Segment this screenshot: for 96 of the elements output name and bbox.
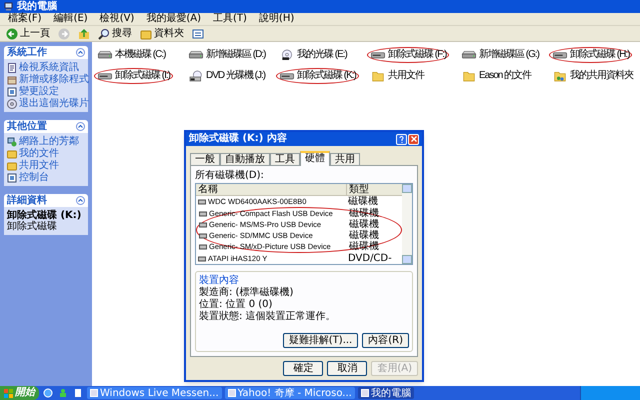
menu-item[interactable]: 我的最愛(A) [146, 13, 201, 25]
group-title: 裝置內容 [199, 275, 240, 286]
disc-icon [7, 98, 17, 108]
device-type: 磁碟機 [348, 230, 380, 240]
drive-name: 卸除式磁碟 (K:) [7, 210, 82, 221]
panel-icon [7, 86, 17, 96]
question-mark-icon [399, 136, 404, 142]
taskbar-button[interactable]: Windows Live Messen... [87, 387, 222, 399]
window-icon [360, 389, 369, 397]
task-link[interactable]: 網路上的芳鄰 [19, 136, 79, 147]
task-link[interactable]: 退出這個光碟片 [19, 98, 89, 109]
task-link[interactable]: 共用文件 [19, 160, 59, 171]
box-icon [7, 74, 17, 84]
help-button[interactable] [396, 134, 407, 144]
drive-item[interactable]: 本機磁碟 (C:) [94, 47, 168, 63]
start-button[interactable]: 開始 [0, 386, 39, 400]
windows-flag-icon [4, 388, 13, 398]
drive-item[interactable]: 我的光碟 (E:) [276, 47, 350, 63]
back-arrow-icon [6, 28, 18, 40]
device-type: DVD/CD- [347, 254, 393, 264]
views-button[interactable] [190, 26, 206, 40]
network-icon [7, 136, 17, 146]
drive-type: 卸除式磁碟 [7, 221, 58, 232]
dvd-drive-icon [188, 70, 204, 82]
hard-drive-icon [97, 49, 113, 61]
window-icon [228, 389, 236, 397]
folders-button[interactable]: 資料夾 [138, 26, 186, 40]
drive-item-circled[interactable]: 卸除式磁碟 (I:) [94, 68, 173, 84]
dialog-button[interactable]: 疑難排解(T)... [282, 333, 358, 348]
menu-item[interactable]: 說明(H) [258, 13, 294, 25]
back-button[interactable]: 上一頁 [4, 26, 52, 40]
close-icon [410, 136, 416, 142]
quick-launch-button[interactable] [42, 387, 54, 399]
task-link[interactable]: 變更設定 [19, 86, 59, 97]
folder-icon [461, 70, 477, 82]
drive-item[interactable]: DVD 光碟機 (J:) [185, 68, 268, 84]
hard-drive-icon [188, 49, 204, 61]
property-text: 裝置狀態: 這個裝置正常運作。 [199, 311, 337, 322]
tab[interactable]: 自動播放 [220, 153, 270, 165]
dialog-button[interactable]: 取消 [327, 361, 368, 376]
drive-item[interactable]: 新增磁碟區 (D:) [185, 47, 268, 63]
drive-item[interactable]: 新增磁碟區 (G:) [458, 47, 542, 63]
close-button[interactable] [408, 134, 419, 144]
drive-item[interactable]: 我的共用資料夾 [549, 68, 636, 84]
document-icon [7, 62, 17, 72]
drive-item-circled[interactable]: 卸除式磁碟 (F:) [367, 47, 450, 63]
dialog-title: 卸除式磁碟 (K:) 內容 [189, 133, 287, 145]
folder-icon [370, 70, 386, 82]
panel-icon [7, 172, 17, 182]
panel-title: 詳細資料 [7, 194, 47, 206]
view-grid-icon [192, 28, 204, 40]
shared-folder-icon [552, 70, 568, 82]
dialog-button[interactable]: 確定 [283, 361, 324, 376]
device-type: 磁碟機 [347, 196, 379, 206]
up-button[interactable] [76, 26, 92, 40]
computer-icon [4, 2, 13, 11]
menu-item[interactable]: 檢視(V) [100, 13, 134, 25]
taskbar-button[interactable]: 我的電腦 [358, 387, 414, 399]
tab[interactable]: 工具 [270, 153, 300, 165]
document-icon [73, 388, 83, 398]
task-link[interactable]: 新增或移除程式 [19, 74, 89, 85]
tab[interactable]: 一般 [190, 153, 220, 165]
system-tray [580, 386, 640, 400]
window-title: 我的電腦 [17, 0, 57, 12]
panel-title: 系統工作 [7, 46, 47, 58]
device-type: 磁碟機 [348, 220, 380, 230]
menu-item[interactable]: 工具(T) [213, 13, 247, 25]
drive-item-circled[interactable]: 卸除式磁碟 (K:) [276, 68, 359, 84]
property-text: 製造商: (標準磁碟機) [199, 287, 294, 298]
task-link[interactable]: 檢視系統資訊 [19, 62, 79, 73]
folder-icon [140, 28, 152, 40]
tab[interactable]: 共用 [330, 153, 360, 165]
quick-launch-button[interactable] [72, 387, 84, 399]
drive-item[interactable]: Eason 的文件 [458, 68, 534, 84]
menu-item[interactable]: 檔案(F) [8, 13, 42, 25]
search-button[interactable]: 搜尋 [96, 26, 134, 40]
drive-item[interactable]: 共用文件 [367, 68, 427, 84]
people-icon [58, 388, 68, 398]
menu-item[interactable]: 編輯(E) [54, 13, 88, 25]
hard-drive-icon [461, 49, 477, 61]
tab[interactable]: 硬體 [300, 151, 330, 166]
window-icon [90, 389, 98, 397]
task-link[interactable]: 控制台 [19, 172, 49, 183]
list-label: 所有磁碟機(D): [195, 170, 265, 181]
browser-icon [43, 388, 53, 398]
dialog-button[interactable]: 內容(R) [362, 333, 409, 348]
folder-up-icon [78, 28, 90, 40]
property-text: 位置: 位置 0 (0) [199, 299, 274, 310]
disc-icon [279, 49, 295, 61]
drive-item-circled[interactable]: 卸除式磁碟 (H:) [549, 47, 632, 63]
panel-title: 其他位置 [7, 120, 47, 132]
search-icon [98, 28, 110, 40]
quick-launch-button[interactable] [57, 387, 69, 399]
forward-arrow-icon [58, 28, 70, 40]
task-link[interactable]: 我的文件 [19, 148, 59, 159]
taskbar-button[interactable]: Yahoo! 奇摩 - Microso... [224, 387, 355, 399]
